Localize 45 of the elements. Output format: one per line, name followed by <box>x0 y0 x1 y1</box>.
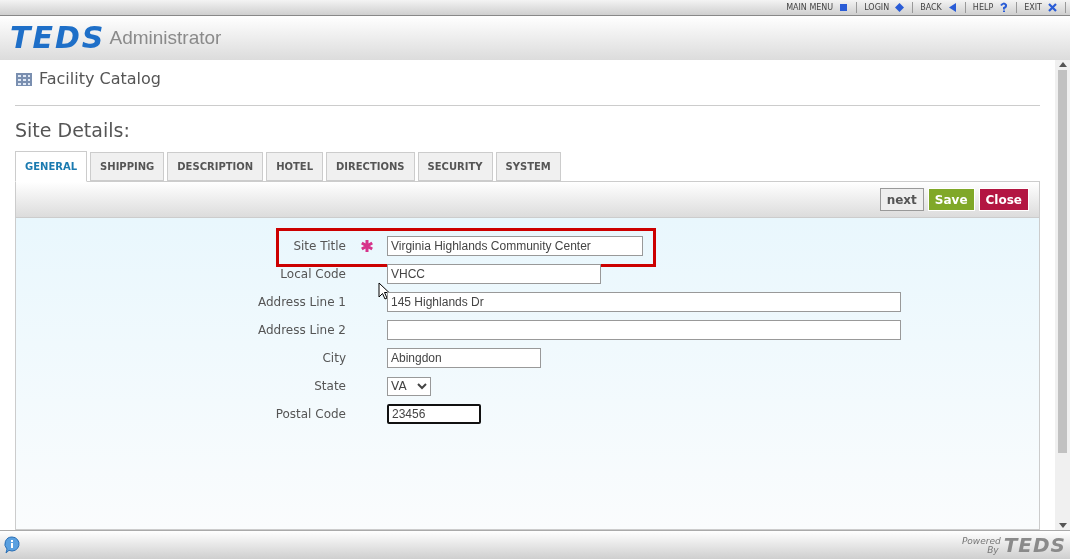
powered-by-text: Powered <box>961 537 1001 546</box>
cursor-icon <box>378 282 390 300</box>
app-title: Administrator <box>109 25 222 50</box>
text-field[interactable] <box>387 320 901 340</box>
tab[interactable]: DESCRIPTION <box>167 152 264 181</box>
tab[interactable]: SYSTEM <box>495 152 561 181</box>
scrollbar[interactable] <box>1055 60 1070 530</box>
text-field[interactable]: 23456 <box>387 404 481 424</box>
field-label: Local Code <box>279 266 346 283</box>
tab[interactable]: SECURITY <box>417 152 493 181</box>
tab[interactable]: HOTEL <box>266 152 324 181</box>
section-title: Site Details: <box>15 121 131 140</box>
toolbar-button[interactable]: next <box>879 188 924 211</box>
text-field[interactable]: Virginia Highlands Community Center <box>387 236 643 256</box>
close-icon <box>1047 2 1058 13</box>
question-icon <box>998 2 1010 13</box>
tab[interactable]: DIRECTIONS <box>326 152 415 181</box>
square-icon <box>838 2 850 13</box>
field-label: State <box>313 378 346 395</box>
field-label: Address Line 2 <box>256 322 346 339</box>
left-triangle-icon <box>946 2 958 13</box>
info-icon[interactable] <box>4 536 20 554</box>
powered-by-text: By <box>987 546 1000 555</box>
building-icon <box>15 71 33 87</box>
tab[interactable]: GENERAL <box>15 151 88 182</box>
text-field[interactable]: 145 Highlands Dr <box>387 292 901 312</box>
menu-link[interactable]: EXIT <box>1017 2 1066 13</box>
field-label: Site Title <box>292 238 346 255</box>
menu-link[interactable]: HELP <box>965 2 1018 13</box>
field-label: Address Line 1 <box>256 294 346 311</box>
diamond-icon <box>894 2 906 13</box>
menu-link[interactable]: MAIN MENU <box>779 2 858 13</box>
state-select[interactable]: VA <box>387 376 431 396</box>
tab[interactable]: SHIPPING <box>90 152 165 181</box>
text-field[interactable]: VHCC <box>387 264 601 284</box>
toolbar-button[interactable]: Close <box>978 188 1029 211</box>
text-field[interactable]: Abingdon <box>387 348 541 368</box>
field-label: Postal Code <box>274 406 346 423</box>
page-title: Facility Catalog <box>39 68 161 90</box>
chevron-down-icon <box>417 382 427 390</box>
footer-logo: TEDS <box>1003 535 1066 555</box>
field-label: City <box>321 350 346 367</box>
menu-link[interactable]: LOGIN <box>857 2 914 13</box>
menu-link[interactable]: BACK <box>913 2 966 13</box>
logo: TEDS <box>10 23 106 53</box>
